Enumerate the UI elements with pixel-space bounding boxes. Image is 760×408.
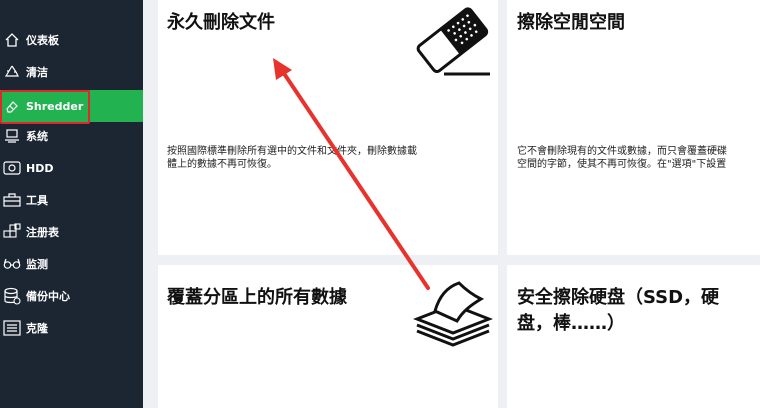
hdd-icon	[2, 158, 22, 178]
sidebar-item-label: Shredder	[26, 99, 84, 113]
eraser-icon	[2, 96, 22, 116]
system-icon	[2, 126, 22, 146]
card-title: 永久刪除文件	[167, 12, 275, 33]
toolbox-icon	[2, 190, 22, 210]
sidebar-item-label: 清洁	[26, 66, 48, 79]
card-wipe-free-space[interactable]: 擦除空閒空間 它不會刪除現有的文件或數據，而只會覆蓋硬碟 空間的字節，使其不再可…	[507, 0, 760, 255]
sidebar-item-dashboard[interactable]: 仪表板	[0, 25, 143, 55]
card-title-line2: 盘，棒……）	[517, 313, 625, 334]
sidebar-item-label: 监测	[26, 258, 48, 271]
card-title: 覆蓋分區上的所有數據	[167, 287, 347, 308]
card-permanent-delete[interactable]: 永久刪除文件 按照國際標準刪除所有選中的文件和文件夾，刪除數據載 體上的數據不再…	[158, 0, 498, 255]
card-description-line1: 它不會刪除現有的文件或數據，而只會覆蓋硬碟	[517, 146, 727, 157]
sidebar-item-backup[interactable]: 備份中心	[0, 281, 143, 311]
sidebar-item-shredder[interactable]: Shredder	[0, 90, 143, 122]
sidebar-item-label: 仪表板	[26, 34, 59, 47]
home-icon	[2, 30, 22, 50]
sidebar-item-hdd[interactable]: HDD	[0, 153, 143, 183]
database-icon	[2, 286, 22, 306]
clone-icon	[2, 318, 22, 338]
card-title-line1: 安全擦除硬盘（SSD，硬	[517, 287, 720, 308]
sidebar-item-clone[interactable]: 克隆	[0, 313, 143, 343]
sidebar-item-label: 克隆	[26, 322, 48, 335]
registry-icon	[2, 222, 22, 242]
card-description-line2: 體上的數據不再可恢復。	[167, 159, 277, 170]
sidebar-item-label: HDD	[26, 161, 54, 175]
sidebar-item-clean[interactable]: 清洁	[0, 57, 143, 87]
glasses-icon	[2, 254, 22, 274]
paper-stack-icon	[412, 279, 494, 351]
sidebar-item-label: 備份中心	[26, 290, 70, 303]
card-description-line1: 按照國際標準刪除所有選中的文件和文件夾，刪除數據載	[167, 146, 417, 157]
card-title: 擦除空閒空間	[517, 12, 625, 33]
sidebar-item-monitor[interactable]: 监测	[0, 249, 143, 279]
card-wipe-partition[interactable]: 覆蓋分區上的所有數據	[158, 265, 498, 408]
sidebar-item-label: 系统	[26, 130, 48, 143]
sidebar-item-label: 工具	[26, 194, 48, 207]
card-secure-erase[interactable]: 安全擦除硬盘（SSD，硬 盘，棒……）	[507, 265, 760, 408]
sidebar-item-tools[interactable]: 工具	[0, 185, 143, 215]
recycle-icon	[2, 62, 22, 82]
card-description-line2: 空間的字節，使其不再可恢復。在"選項"下設置	[517, 159, 727, 170]
eraser-icon	[414, 4, 492, 82]
sidebar: 仪表板 清洁 Shredder 系统 HDD 工具 注册表 监测 備份中心 克隆	[0, 0, 143, 408]
sidebar-item-system[interactable]: 系统	[0, 121, 143, 151]
sidebar-item-registry[interactable]: 注册表	[0, 217, 143, 247]
sidebar-item-label: 注册表	[26, 226, 59, 239]
